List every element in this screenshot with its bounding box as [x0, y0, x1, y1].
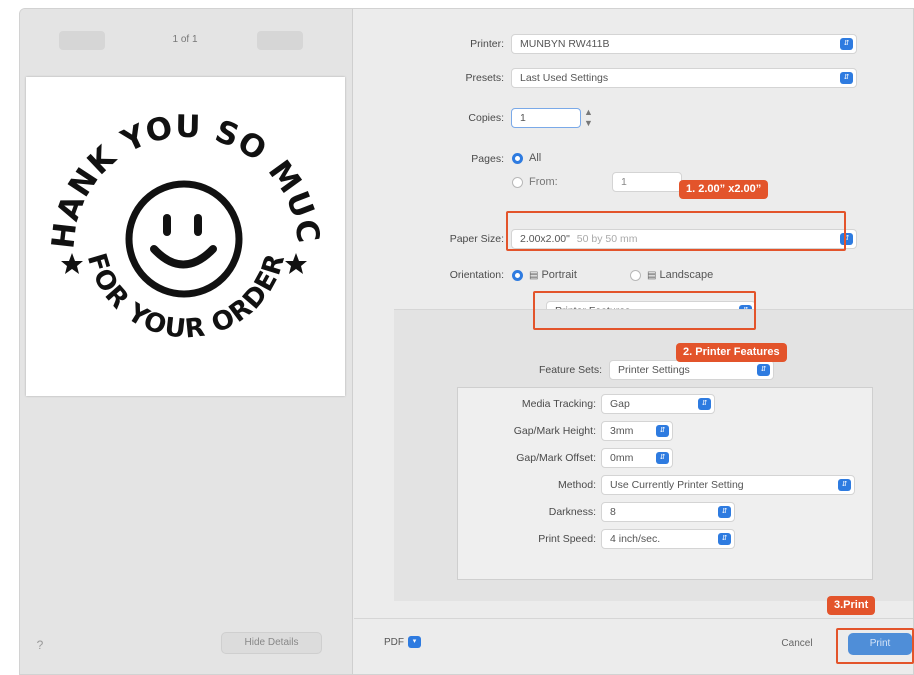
pages-range-option[interactable]: From: — [512, 172, 558, 192]
feature-settings-grid: Media Tracking: Gap ⇵ Gap/Mark Height: 3… — [457, 387, 873, 580]
darkness-value: 8 — [610, 506, 616, 518]
orientation-portrait-option[interactable]: ▤ Portrait — [512, 265, 577, 285]
presets-value: Last Used Settings — [520, 72, 609, 84]
printer-select[interactable]: MUNBYN RW411B ⇵ — [511, 34, 857, 54]
previous-page-button[interactable] — [59, 31, 105, 50]
pages-all-text: All — [529, 152, 542, 164]
printer-features-highlight — [533, 291, 756, 330]
pdf-label: PDF — [384, 636, 404, 648]
print-dialog: 1 of 1 THANK YOU SO MUCH FOR YOUR ORDER — [19, 8, 914, 675]
printer-value: MUNBYN RW411B — [520, 38, 610, 50]
print-button-highlight — [836, 628, 914, 664]
pages-from-input[interactable]: 1 — [612, 172, 682, 192]
method-value: Use Currently Printer Setting — [610, 479, 744, 491]
feature-sets-label: Feature Sets: — [538, 364, 602, 376]
preview-footer: ? Hide Details — [20, 618, 353, 674]
darkness-select[interactable]: 8 ⇵ — [601, 502, 735, 522]
landscape-icon: ▤ — [647, 269, 657, 281]
chevron-updown-icon: ⇵ — [718, 533, 731, 545]
paper-size-highlight — [506, 211, 846, 251]
feature-sets-select[interactable]: Printer Settings ⇵ — [609, 360, 774, 380]
chevron-updown-icon: ⇵ — [698, 398, 711, 410]
paper-size-label: Paper Size: — [449, 233, 504, 245]
printer-label: Printer: — [470, 38, 504, 50]
print-speed-label: Print Speed: — [538, 533, 596, 545]
copies-input[interactable]: 1 — [511, 108, 581, 128]
print-speed-select[interactable]: 4 inch/sec. ⇵ — [601, 529, 735, 549]
step3-tag: 3.Print — [827, 596, 876, 615]
page-counter: 1 of 1 — [172, 34, 198, 45]
print-speed-value: 4 inch/sec. — [610, 533, 661, 545]
chevron-updown-icon: ⇵ — [840, 72, 853, 84]
printer-features-panel: Feature Sets: Printer Settings ⇵ Media T… — [394, 309, 913, 601]
landscape-text: Landscape — [659, 269, 714, 281]
feature-sets-value: Printer Settings — [618, 364, 690, 376]
hide-details-button[interactable]: Hide Details — [221, 632, 322, 654]
page-navigation: 1 of 1 — [20, 31, 353, 51]
pages-range-radio[interactable] — [512, 176, 523, 188]
gap-mark-height-select[interactable]: 3mm ⇵ — [601, 421, 673, 441]
step2-tag: 2. Printer Features — [676, 343, 787, 362]
copies-label: Copies: — [468, 112, 504, 124]
chevron-updown-icon: ⇵ — [656, 452, 669, 464]
gap-mark-height-value: 3mm — [610, 425, 634, 437]
svg-text:THANK YOU SO MUCH: THANK YOU SO MUCH — [26, 77, 326, 250]
settings-pane: Printer: MUNBYN RW411B ⇵ Presets: Last U… — [354, 9, 913, 674]
portrait-text: Portrait — [541, 269, 577, 281]
preview-pane: 1 of 1 THANK YOU SO MUCH FOR YOUR ORDER — [20, 9, 353, 674]
pages-all-option[interactable]: All — [512, 148, 541, 168]
label-top-text: THANK YOU SO MUCH — [20, 49, 325, 250]
chevron-updown-icon: ⇵ — [718, 506, 731, 518]
gap-mark-offset-label: Gap/Mark Offset: — [516, 452, 596, 464]
thank-you-label-graphic: THANK YOU SO MUCH FOR YOUR ORDER — [20, 49, 326, 345]
presets-select[interactable]: Last Used Settings ⇵ — [511, 68, 857, 88]
landscape-radio[interactable] — [630, 269, 641, 281]
method-select[interactable]: Use Currently Printer Setting ⇵ — [601, 475, 855, 495]
media-tracking-label: Media Tracking: — [521, 398, 596, 410]
chevron-updown-icon: ⇵ — [838, 479, 851, 491]
smiley-face — [125, 180, 243, 298]
portrait-icon: ▤ — [529, 269, 539, 281]
media-tracking-select[interactable]: Gap ⇵ — [601, 394, 715, 414]
pages-label: Pages: — [471, 153, 504, 165]
step1-tag: 1. 2.00” x2.00” — [679, 180, 769, 199]
copies-stepper[interactable]: ▲ ▼ — [584, 107, 594, 129]
chevron-down-icon: ▾ — [408, 636, 421, 648]
presets-label: Presets: — [465, 72, 504, 84]
method-label: Method: — [558, 479, 596, 491]
dialog-footer: PDF ▾ Cancel Print — [354, 618, 913, 674]
pdf-menu-button[interactable]: PDF ▾ — [384, 636, 421, 648]
orientation-label: Orientation: — [449, 269, 504, 281]
gap-mark-offset-value: 0mm — [610, 452, 634, 464]
pages-all-radio[interactable] — [512, 152, 523, 164]
chevron-updown-icon: ⇵ — [656, 425, 669, 437]
orientation-landscape-option[interactable]: ▤ Landscape — [630, 265, 713, 285]
next-page-button[interactable] — [257, 31, 303, 50]
chevron-updown-icon: ⇵ — [840, 38, 853, 50]
gap-mark-offset-select[interactable]: 0mm ⇵ — [601, 448, 673, 468]
chevron-updown-icon: ⇵ — [757, 364, 770, 376]
darkness-label: Darkness: — [548, 506, 596, 518]
gap-mark-height-label: Gap/Mark Height: — [513, 425, 596, 437]
cancel-button[interactable]: Cancel — [772, 633, 822, 655]
pages-from-text: From: — [529, 176, 558, 188]
media-tracking-value: Gap — [610, 398, 630, 410]
help-button[interactable]: ? — [29, 634, 51, 656]
label-preview: THANK YOU SO MUCH FOR YOUR ORDER — [20, 49, 345, 396]
portrait-radio[interactable] — [512, 269, 523, 281]
